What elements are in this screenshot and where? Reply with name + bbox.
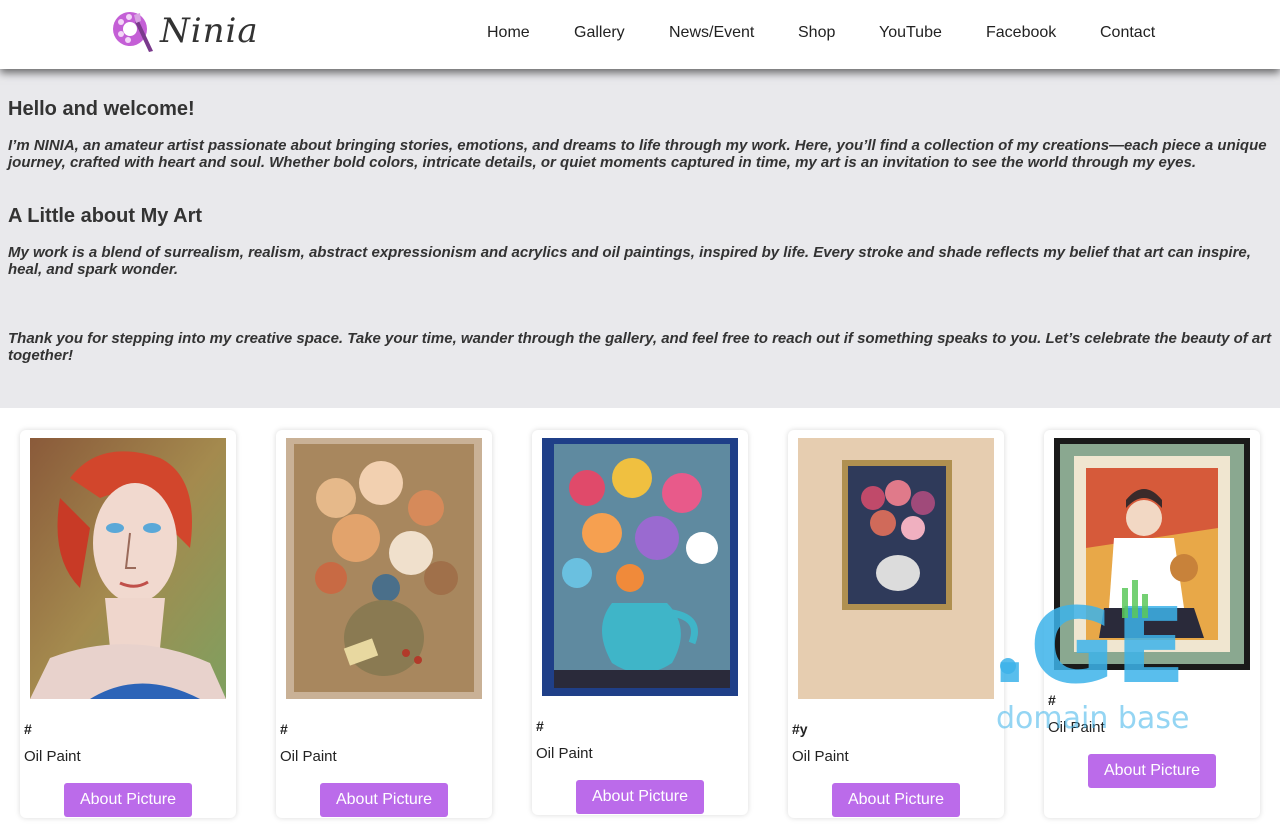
gallery-card: # Oil Paint About Picture xyxy=(532,430,748,815)
painting-image[interactable] xyxy=(286,438,482,699)
painting-tag: # xyxy=(536,718,544,734)
gallery-card: # Oil Paint About Picture xyxy=(276,430,492,818)
nav-facebook[interactable]: Facebook xyxy=(986,24,1056,42)
painting-image[interactable] xyxy=(542,438,738,696)
gallery-card: #y Oil Paint About Picture xyxy=(788,430,1004,818)
painting-image[interactable] xyxy=(1054,438,1250,670)
painting-image[interactable] xyxy=(30,438,226,699)
nav-youtube[interactable]: YouTube xyxy=(879,24,942,42)
thank-you-text: Thank you for stepping into my creative … xyxy=(8,330,1272,364)
site-header: Ninia Home Gallery News/Event Shop YouTu… xyxy=(0,0,1280,69)
painting-medium: Oil Paint xyxy=(24,748,81,765)
gallery-card: # Oil Paint About Picture xyxy=(20,430,236,818)
painting-tag: #y xyxy=(792,721,808,737)
painting-medium: Oil Paint xyxy=(280,748,337,765)
painting-tag: # xyxy=(280,721,288,737)
nav-shop[interactable]: Shop xyxy=(798,24,835,42)
about-art-heading: A Little about My Art xyxy=(8,205,203,227)
about-picture-button[interactable]: About Picture xyxy=(64,783,192,817)
about-art-text: My work is a blend of surrealism, realis… xyxy=(8,244,1251,278)
painting-medium: Oil Paint xyxy=(792,748,849,765)
painting-image[interactable] xyxy=(798,438,994,699)
nav-contact[interactable]: Contact xyxy=(1100,24,1155,42)
painting-tag: # xyxy=(24,721,32,737)
painting-medium: Oil Paint xyxy=(536,745,593,762)
welcome-text: I’m NINIA, an amateur artist passionate … xyxy=(8,137,1267,171)
nav-home[interactable]: Home xyxy=(487,24,530,42)
about-picture-button[interactable]: About Picture xyxy=(576,780,704,814)
welcome-heading: Hello and welcome! xyxy=(8,98,195,120)
nav-gallery[interactable]: Gallery xyxy=(574,24,625,42)
logo-text: Ninia xyxy=(160,11,259,51)
about-picture-button[interactable]: About Picture xyxy=(832,783,960,817)
paint-palette-icon xyxy=(113,12,153,52)
about-picture-button[interactable]: About Picture xyxy=(1088,754,1216,788)
site-logo[interactable]: Ninia xyxy=(112,9,259,53)
intro-section: Hello and welcome! I’m NINIA, an amateur… xyxy=(0,69,1280,408)
painting-tag: # xyxy=(1048,692,1056,708)
painting-medium: Oil Paint xyxy=(1048,719,1105,736)
nav-news-event[interactable]: News/Event xyxy=(669,24,754,42)
gallery-card: # Oil Paint About Picture xyxy=(1044,430,1260,818)
about-picture-button[interactable]: About Picture xyxy=(320,783,448,817)
gallery-section: # Oil Paint About Picture # Oil Paint Ab… xyxy=(0,408,1280,837)
